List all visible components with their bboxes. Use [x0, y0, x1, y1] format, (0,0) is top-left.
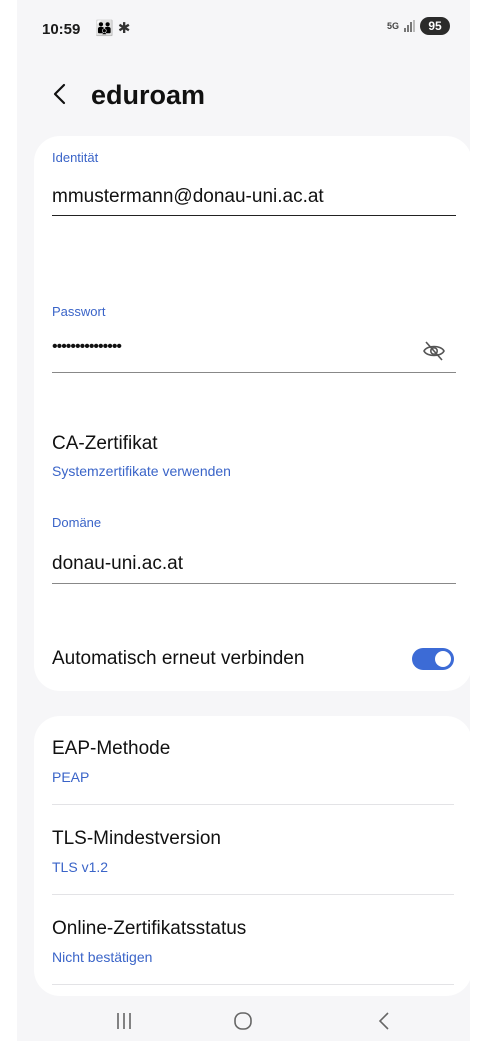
online-cert-status-value: Nicht bestätigen — [52, 949, 153, 965]
domain-underline — [52, 583, 456, 584]
status-time: 10:59 — [42, 21, 81, 38]
home-icon[interactable] — [228, 1008, 258, 1034]
divider — [52, 984, 454, 985]
password-label: Passwort — [52, 304, 106, 319]
status-right-icons: 5G 95 — [387, 17, 450, 35]
signal-icon — [404, 20, 415, 32]
advanced-card: EAP-Methode PEAP TLS-Mindestversion TLS … — [34, 716, 470, 996]
tls-version-title: TLS-Mindestversion — [52, 828, 221, 849]
status-bar: 10:59 👪 ✱ 5G 95 — [17, 0, 470, 60]
back-icon[interactable] — [370, 1008, 400, 1034]
system-navigation-bar — [17, 1002, 470, 1041]
network-5g-icon: 5G — [386, 20, 399, 31]
domain-label: Domäne — [52, 515, 102, 530]
eap-method-value: PEAP — [52, 769, 90, 785]
ca-certificate-value[interactable]: Systemzertifikate verwenden — [52, 463, 231, 479]
phone-screen: 10:59 👪 ✱ 5G 95 eduroam Identität mmuste… — [17, 0, 470, 1041]
identity-field[interactable]: mmustermann@donau-uni.ac.at — [52, 186, 324, 208]
identity-label: Identität — [52, 150, 99, 165]
ca-certificate-title[interactable]: CA-Zertifikat — [52, 433, 158, 455]
divider — [52, 894, 454, 895]
online-cert-status-title: Online-Zertifikatsstatus — [52, 918, 247, 939]
auto-reconnect-label: Automatisch erneut verbinden — [52, 648, 305, 669]
credentials-card: Identität mmustermann@donau-uni.ac.at Pa… — [34, 136, 470, 691]
recents-icon[interactable] — [109, 1008, 139, 1034]
domain-field[interactable]: donau-uni.ac.at — [52, 553, 183, 575]
eye-off-icon[interactable] — [422, 339, 446, 363]
divider — [52, 804, 454, 805]
password-field[interactable]: ••••••••••••••• — [52, 338, 122, 356]
password-underline — [52, 372, 456, 373]
auto-reconnect-toggle[interactable] — [412, 648, 454, 670]
chevron-left-icon[interactable] — [47, 81, 73, 107]
identity-underline — [52, 215, 456, 216]
tls-version-value: TLS v1.2 — [52, 859, 109, 875]
app-header: eduroam — [17, 76, 470, 120]
page-title: eduroam — [91, 80, 206, 110]
status-notification-icons: 👪 ✱ — [95, 20, 131, 37]
eap-method-title: EAP-Methode — [52, 738, 171, 759]
battery-badge: 95 — [420, 17, 450, 35]
